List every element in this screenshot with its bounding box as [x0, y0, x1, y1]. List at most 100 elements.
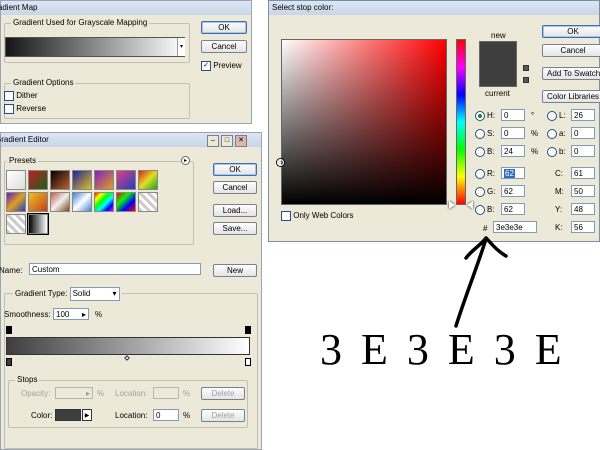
- b-lab-input[interactable]: 0: [571, 145, 595, 157]
- l-input[interactable]: 26: [571, 109, 595, 121]
- g-row[interactable]: G: 62: [475, 185, 525, 199]
- cancel-button[interactable]: Cancel: [542, 44, 600, 57]
- a-input[interactable]: 0: [571, 127, 595, 139]
- name-input[interactable]: Custom: [29, 263, 201, 275]
- color-picker-dialog: Select stop color: new current OK Cancel…: [268, 0, 600, 242]
- stops-group: Stops Opacity: ▸ % Location: % Delete Co…: [8, 375, 248, 428]
- preset-swatch[interactable]: [28, 192, 48, 212]
- preset-swatch[interactable]: [116, 170, 136, 190]
- color-cursor-icon[interactable]: [277, 159, 284, 166]
- r-input[interactable]: 62: [501, 167, 525, 179]
- load-button[interactable]: Load...: [213, 204, 257, 217]
- current-color-swatch[interactable]: [479, 65, 517, 87]
- opacity-stop-left[interactable]: [6, 326, 12, 334]
- b-lab-row[interactable]: b: 0: [547, 145, 595, 159]
- color-picker-titlebar: Select stop color:: [269, 1, 599, 15]
- new-button[interactable]: New: [213, 264, 257, 277]
- minimize-icon[interactable]: –: [207, 135, 219, 147]
- s-row[interactable]: S: 0 %: [475, 127, 538, 141]
- r-row[interactable]: R: 62: [475, 167, 525, 181]
- preset-swatch[interactable]: [27, 213, 49, 235]
- preview-checkbox[interactable]: ✓ Preview: [201, 61, 242, 71]
- s-input[interactable]: 0: [501, 127, 525, 139]
- smoothness-percent: %: [95, 310, 103, 319]
- dither-checkbox[interactable]: Dither: [4, 91, 38, 101]
- preset-swatch[interactable]: [28, 170, 48, 190]
- g-input[interactable]: 62: [501, 185, 525, 197]
- ok-button[interactable]: OK: [201, 21, 247, 34]
- color-menu-arrow[interactable]: ▶: [82, 409, 92, 421]
- m-input[interactable]: 50: [571, 185, 595, 197]
- saturation-brightness-field[interactable]: [281, 39, 447, 205]
- h-row[interactable]: H: 0 °: [475, 109, 534, 123]
- smoothness-input[interactable]: 100 ▸: [53, 308, 89, 320]
- k-input[interactable]: 56: [571, 221, 595, 233]
- color-location-input[interactable]: 0: [153, 409, 179, 421]
- color-location-label: Location:: [115, 411, 148, 420]
- chevron-right-icon: ▸: [85, 389, 90, 398]
- hue-slider[interactable]: [456, 39, 466, 205]
- cancel-button[interactable]: Cancel: [201, 40, 247, 53]
- reverse-checkbox[interactable]: Reverse: [4, 104, 46, 114]
- new-color-swatch: [479, 41, 517, 65]
- gradient-options-group: Gradient Options Dither Reverse: [4, 78, 190, 119]
- h-input[interactable]: 0: [501, 109, 525, 121]
- preset-swatch[interactable]: [50, 170, 70, 190]
- chevron-down-icon: ▾: [112, 289, 117, 298]
- add-to-swatches-button[interactable]: Add To Swatches: [542, 67, 600, 80]
- preset-swatch[interactable]: [94, 192, 114, 212]
- save-button[interactable]: Save...: [213, 222, 257, 235]
- maximize-icon[interactable]: □: [221, 135, 233, 147]
- gradient-editor-dialog: Gradient Editor – □ ✕ Presets ▸ OK Cance…: [0, 132, 262, 450]
- stop-color-swatch[interactable]: [55, 409, 81, 421]
- opacity-location-input: [153, 387, 179, 399]
- ok-button[interactable]: OK: [542, 25, 600, 38]
- preset-swatch[interactable]: [50, 192, 70, 212]
- gradient-type-label: Gradient Type:: [15, 289, 68, 299]
- gradient-dropdown-arrow[interactable]: ▾: [177, 38, 185, 56]
- check-icon: ✓: [201, 61, 211, 71]
- cancel-button[interactable]: Cancel: [213, 181, 257, 194]
- c-input[interactable]: 61: [571, 167, 595, 179]
- preset-swatch[interactable]: [138, 192, 158, 212]
- a-row[interactable]: a: 0: [547, 127, 595, 141]
- gradient-type-select[interactable]: Solid ▾: [69, 287, 120, 301]
- only-web-colors-checkbox[interactable]: Only Web Colors: [281, 211, 354, 221]
- preset-swatch[interactable]: [72, 170, 92, 190]
- preset-swatch[interactable]: [116, 192, 136, 212]
- opacity-label: Opacity:: [21, 389, 51, 398]
- color-stop-right[interactable]: [245, 358, 251, 366]
- midpoint-diamond-icon[interactable]: [124, 355, 130, 361]
- preset-swatch[interactable]: [138, 170, 158, 190]
- hue-slider-left-arrow[interactable]: [449, 201, 455, 209]
- color-libraries-button[interactable]: Color Libraries: [542, 90, 600, 103]
- l-row[interactable]: L: 26: [547, 109, 595, 123]
- gradient-bar[interactable]: [6, 337, 250, 355]
- opacity-percent: %: [97, 389, 105, 398]
- presets-title: Presets: [7, 156, 39, 165]
- hue-slider-right-arrow[interactable]: [467, 201, 473, 209]
- gradient-type-group: Gradient Type: Solid ▾ Smoothness: 100 ▸…: [4, 287, 258, 449]
- y-input[interactable]: 48: [571, 203, 595, 215]
- annotation-hex-text: 3 E 3 E 3 E: [320, 325, 564, 374]
- smoothness-label: Smoothness:: [4, 310, 51, 319]
- chevron-right-icon: ▸: [81, 310, 86, 319]
- b-hsb-input[interactable]: 24: [501, 145, 525, 157]
- preset-swatch[interactable]: [6, 214, 26, 234]
- preset-swatch[interactable]: [6, 170, 26, 190]
- opacity-stop-right[interactable]: [245, 326, 251, 334]
- b-rgb-row[interactable]: B: 62: [475, 203, 525, 217]
- current-label: current: [485, 89, 510, 98]
- preset-swatch[interactable]: [94, 170, 114, 190]
- close-icon[interactable]: ✕: [235, 135, 247, 147]
- color-stop-left[interactable]: [6, 358, 12, 366]
- presets-menu-icon[interactable]: ▸: [181, 156, 190, 165]
- websafe-icon[interactable]: [523, 77, 529, 83]
- preset-swatch[interactable]: [6, 192, 26, 212]
- b-hsb-row[interactable]: B: 24 %: [475, 145, 538, 159]
- cube-icon[interactable]: [523, 65, 529, 71]
- b-rgb-input[interactable]: 62: [501, 203, 525, 215]
- preset-swatch[interactable]: [72, 192, 92, 212]
- gradient-preview-bar[interactable]: [5, 37, 185, 57]
- ok-button[interactable]: OK: [213, 163, 257, 176]
